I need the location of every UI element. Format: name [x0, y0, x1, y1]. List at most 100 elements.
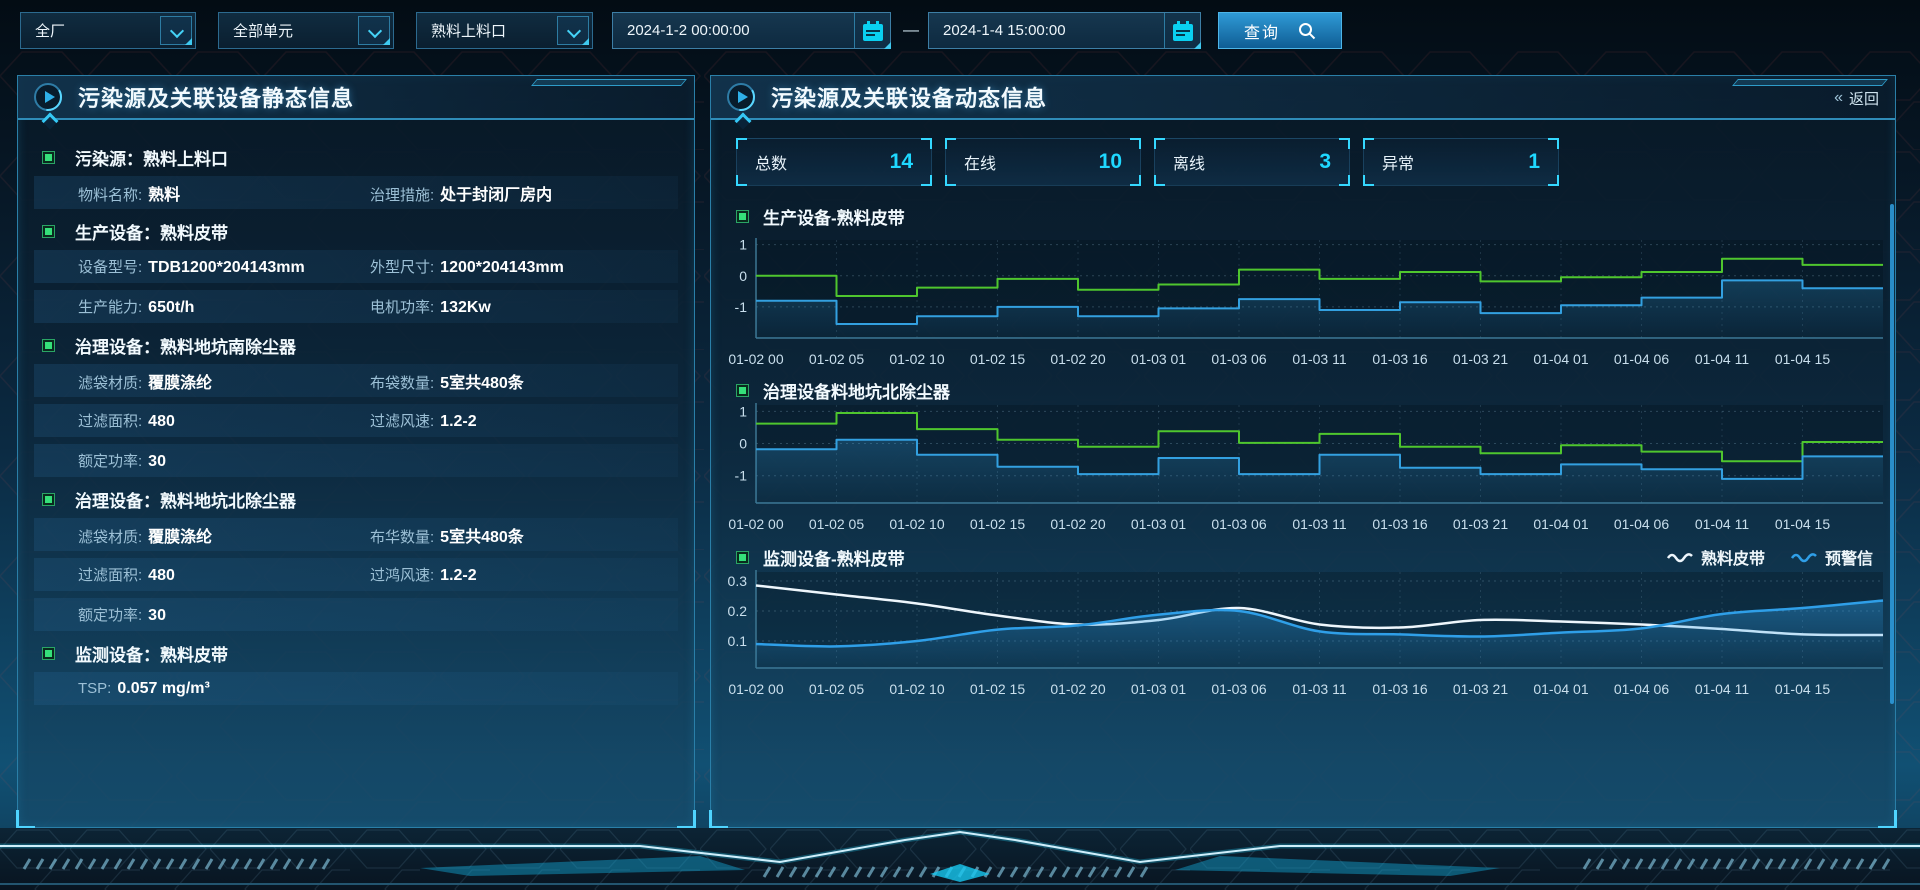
green-square-icon	[42, 493, 55, 506]
corner-bracket-decoration	[736, 175, 747, 186]
section-title: 生产设备：熟料皮带	[75, 219, 228, 244]
svg-text:01-02 10: 01-02 10	[889, 681, 944, 697]
svg-text:01-03 21: 01-03 21	[1453, 681, 1508, 697]
corner-bracket-decoration	[921, 175, 932, 186]
svg-text:01-03 01: 01-03 01	[1131, 516, 1186, 532]
field-value: 0.057 mg/m³	[117, 680, 209, 698]
stat-value: 14	[890, 150, 913, 174]
calendar-icon-glyph	[1171, 20, 1195, 42]
svg-text:01-02 10: 01-02 10	[889, 351, 944, 367]
corner-bracket-decoration	[945, 138, 956, 149]
field-label: 过滤风速:	[370, 410, 434, 431]
field-value: 30	[148, 607, 166, 625]
static-info-panel: 污染源及关联设备静态信息 污染源：熟料上料口物料名称:熟料治理措施:处于封闭厂房…	[17, 75, 695, 828]
static-info-rows: 污染源：熟料上料口物料名称:熟料治理措施:处于封闭厂房内生产设备：熟料皮带设备型…	[18, 120, 694, 705]
unit-select-value: 全部单元	[219, 20, 358, 41]
corner-bracket-decoration	[1363, 138, 1374, 149]
info-row: 额定功率: 30	[34, 598, 678, 631]
info-field: 生产能力:650t/h	[78, 296, 368, 317]
svg-text:01-04 11: 01-04 11	[1695, 516, 1749, 532]
svg-text:01-02 15: 01-02 15	[970, 681, 1025, 697]
corner-bracket-decoration	[1363, 175, 1374, 186]
query-button[interactable]: 查询	[1218, 12, 1342, 49]
stat-card: 总数14	[736, 138, 932, 186]
svg-text:0: 0	[739, 436, 747, 452]
unit-select[interactable]: 全部单元	[218, 12, 394, 49]
info-field: 额定功率:30	[78, 450, 368, 471]
field-value: 覆膜涤纶	[148, 369, 212, 393]
end-datetime-input[interactable]: 2024-1-4 15:00:00	[928, 12, 1201, 49]
search-icon	[1298, 22, 1316, 40]
plant-select-value: 全厂	[21, 20, 160, 41]
svg-text:01-02 05: 01-02 05	[809, 681, 864, 697]
field-label: 物料名称:	[78, 184, 142, 205]
back-button[interactable]: « 返回	[1834, 76, 1879, 120]
source-select-value: 熟料上料口	[417, 20, 557, 41]
svg-text:01-02 20: 01-02 20	[1050, 351, 1105, 367]
dashboard-stage: 全厂 全部单元 熟料上料口 2024-1-2 00:00:00 —	[0, 0, 1920, 890]
stat-card: 离线3	[1154, 138, 1350, 186]
info-row: 滤袋材质: 覆膜涤纶 布华数量: 5室共480条	[34, 518, 678, 551]
green-square-icon	[42, 151, 55, 164]
green-square-icon	[42, 339, 55, 352]
section-title: 污染源：熟料上料口	[75, 145, 228, 170]
field-value: 480	[148, 413, 175, 431]
svg-text:0.3: 0.3	[728, 573, 748, 589]
info-field: 过滤面积:480	[78, 564, 368, 585]
header-chevron-decoration	[735, 113, 752, 130]
field-label: 治理措施:	[370, 184, 434, 205]
field-label: 滤袋材质:	[78, 526, 142, 547]
info-field: 物料名称: 熟料	[78, 181, 368, 205]
section-row: 生产设备：熟料皮带	[42, 216, 678, 246]
info-row: TSP:0.057 mg/m³	[34, 672, 678, 705]
field-value: 1200*204143mm	[440, 259, 564, 277]
chevron-down-icon	[358, 16, 390, 45]
svg-text:01-04 11: 01-04 11	[1695, 351, 1749, 367]
calendar-icon[interactable]	[1164, 13, 1200, 48]
footer-decoration	[0, 828, 1920, 890]
green-square-icon	[42, 647, 55, 660]
chart-canvas: 0.30.20.101-02 0001-02 0501-02 1001-02 1…	[711, 560, 1897, 698]
corner-bracket-decoration	[1548, 138, 1559, 149]
source-select[interactable]: 熟料上料口	[416, 12, 593, 49]
svg-text:01-04 15: 01-04 15	[1775, 681, 1830, 697]
field-label: 设备型号:	[78, 256, 142, 277]
svg-text:01-04 06: 01-04 06	[1614, 516, 1669, 532]
svg-text:01-04 06: 01-04 06	[1614, 351, 1669, 367]
info-field: 过滤面积: 480	[78, 410, 368, 431]
svg-text:01-03 21: 01-03 21	[1453, 516, 1508, 532]
calendar-icon[interactable]	[854, 13, 890, 48]
panel-scrollbar[interactable]	[1890, 204, 1894, 704]
svg-text:01-03 06: 01-03 06	[1211, 516, 1266, 532]
info-field: TSP:0.057 mg/m³	[78, 680, 368, 698]
dynamic-info-panel-header: 污染源及关联设备动态信息 « 返回	[711, 76, 1895, 120]
field-label: 布华数量:	[370, 526, 434, 547]
top-toolbar: 全厂 全部单元 熟料上料口 2024-1-2 00:00:00 —	[0, 0, 1920, 60]
svg-text:01-03 11: 01-03 11	[1292, 516, 1346, 532]
section-row: 治理设备：熟料地坑南除尘器	[42, 330, 678, 360]
svg-text:01-03 11: 01-03 11	[1292, 681, 1346, 697]
field-value: 熟料	[148, 181, 180, 205]
info-field: 电机功率:132Kw	[370, 296, 491, 317]
info-field: 过滤风速:1.2-2	[370, 410, 477, 431]
svg-text:01-03 06: 01-03 06	[1211, 351, 1266, 367]
corner-bracket-decoration	[736, 138, 747, 149]
start-datetime-input[interactable]: 2024-1-2 00:00:00	[612, 12, 891, 49]
corner-bracket-decoration	[1154, 138, 1165, 149]
info-field: 过鸿风速:1.2-2	[370, 564, 477, 585]
svg-text:01-02 15: 01-02 15	[970, 351, 1025, 367]
corner-bracket-decoration	[1548, 175, 1559, 186]
field-value: 覆膜涤纶	[148, 523, 212, 547]
svg-text:1: 1	[739, 237, 747, 253]
field-value: 5室共480条	[440, 369, 524, 393]
svg-text:01-03 21: 01-03 21	[1453, 351, 1508, 367]
field-value: 5室共480条	[440, 523, 524, 547]
chart-monitoring-equipment: 0.30.20.101-02 0001-02 0501-02 1001-02 1…	[711, 560, 1897, 698]
section-row: 污染源：熟料上料口	[42, 142, 678, 172]
plant-select[interactable]: 全厂	[20, 12, 196, 49]
svg-text:01-04 15: 01-04 15	[1775, 516, 1830, 532]
field-label: 额定功率:	[78, 604, 142, 625]
field-label: 过鸿风速:	[370, 564, 434, 585]
field-label: 过滤面积:	[78, 410, 142, 431]
stat-label: 离线	[1173, 150, 1205, 174]
